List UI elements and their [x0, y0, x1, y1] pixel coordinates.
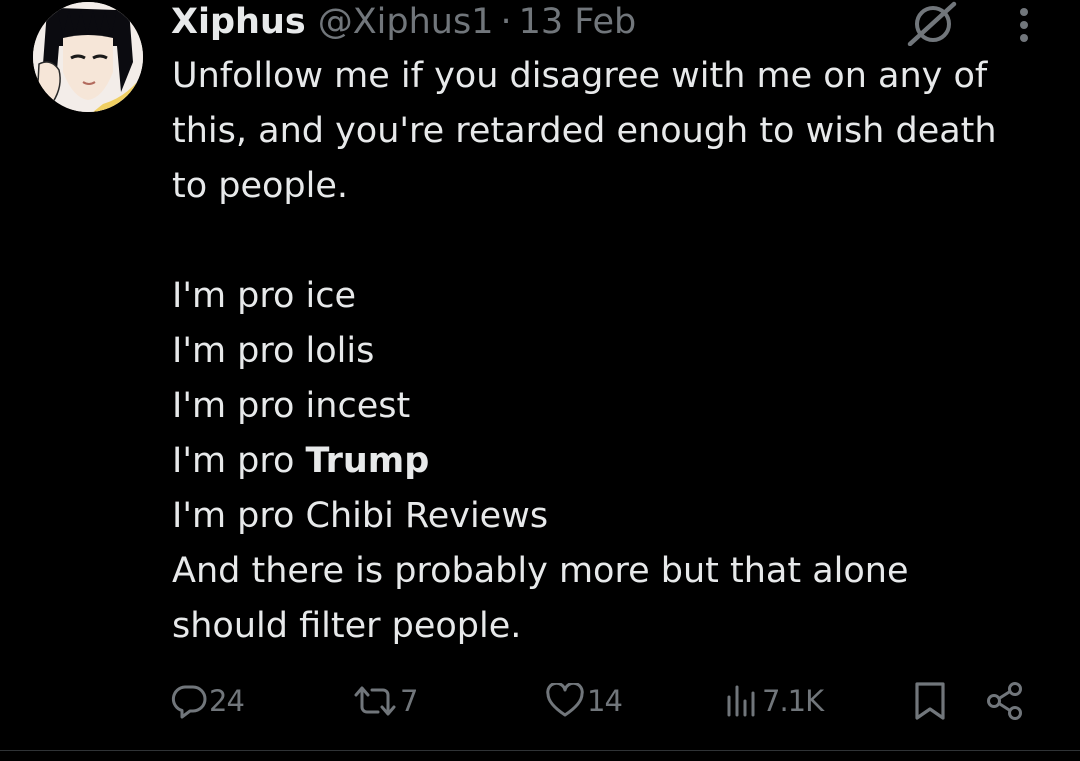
like-count: 14: [587, 684, 623, 718]
tweet-line: this, and you're retarded enough to wish…: [172, 111, 997, 151]
avatar[interactable]: [33, 2, 143, 112]
tweet[interactable]: Xiphus @Xiphus1 · 13 Feb Unfollow me if …: [0, 0, 1080, 751]
tweet-line-prefix: I'm pro: [172, 441, 306, 481]
tweet-line: I'm pro lolis: [172, 331, 375, 371]
display-name[interactable]: Xiphus: [171, 0, 306, 44]
tweet-header: Xiphus @Xiphus1 · 13 Feb: [171, 0, 636, 44]
heart-icon: [546, 683, 584, 717]
like-button[interactable]: 14: [545, 678, 623, 724]
reply-icon: [171, 685, 207, 719]
timestamp[interactable]: 13 Feb: [519, 0, 637, 44]
reply-count: 24: [209, 684, 245, 718]
avatar-image: [33, 2, 143, 112]
tweet-line: I'm pro ice: [172, 276, 357, 316]
grok-icon[interactable]: [906, 0, 958, 46]
tweet-blank-line: [172, 214, 1052, 269]
share-icon: [987, 682, 1022, 720]
tweet-line: I'm pro Chibi Reviews: [172, 496, 549, 536]
separator: ·: [500, 2, 512, 42]
tweet-bold-word: Trump: [305, 441, 430, 481]
reply-button[interactable]: 24: [171, 678, 245, 724]
tweet-line: to people.: [172, 166, 349, 206]
tweet-line: I'm pro incest: [172, 386, 411, 426]
repost-icon: [354, 686, 396, 716]
views-button[interactable]: 7.1K: [724, 678, 824, 724]
user-handle[interactable]: @Xiphus1: [318, 0, 494, 44]
views-count: 7.1K: [762, 684, 824, 718]
repost-count: 7: [400, 684, 418, 718]
tweet-actions: 24 7 14 7.1K: [0, 678, 1080, 724]
bookmark-button[interactable]: [910, 678, 950, 724]
share-button[interactable]: [985, 678, 1025, 724]
tweet-text: Unfollow me if you disagree with me on a…: [172, 49, 1052, 654]
tweet-line: Unfollow me if you disagree with me on a…: [172, 56, 988, 96]
repost-button[interactable]: 7: [352, 678, 418, 724]
tweet-line: I'm pro Trump: [172, 434, 1052, 489]
views-icon: [727, 685, 755, 717]
tweet-line: should filter people.: [172, 606, 522, 646]
tweet-line: And there is probably more but that alon…: [172, 551, 909, 591]
divider: [0, 750, 1080, 751]
bookmark-icon: [915, 682, 945, 720]
more-options-icon[interactable]: [1008, 4, 1040, 44]
